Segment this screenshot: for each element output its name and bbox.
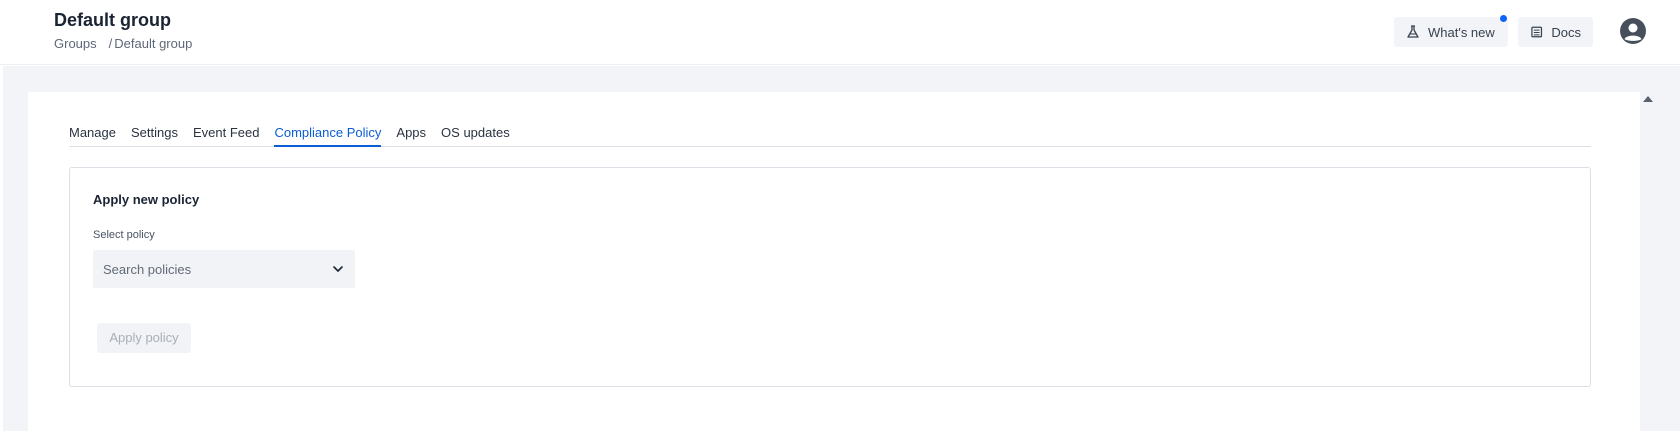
book-icon xyxy=(1531,26,1543,38)
user-avatar-icon[interactable] xyxy=(1620,18,1646,44)
scroll-up-arrow-icon[interactable] xyxy=(1643,96,1653,102)
apply-policy-panel: Apply new policy Select policy Apply pol… xyxy=(69,167,1591,387)
whats-new-label: What's new xyxy=(1428,24,1495,40)
breadcrumb-current: Default group xyxy=(114,36,193,51)
breadcrumb-separator: / xyxy=(108,36,113,51)
notification-dot xyxy=(1500,15,1507,22)
group-tabs: Manage Settings Event Feed Compliance Po… xyxy=(69,123,1591,147)
apply-policy-button[interactable]: Apply policy xyxy=(97,323,191,353)
section-title: Apply new policy xyxy=(93,192,200,207)
docs-label: Docs xyxy=(1551,24,1581,40)
breadcrumb-groups-link[interactable]: Groups xyxy=(54,36,97,51)
whats-new-button[interactable]: What's new xyxy=(1394,17,1508,47)
breadcrumb: Groups / Default group xyxy=(54,36,192,51)
policy-select[interactable] xyxy=(93,250,355,288)
tab-compliance-policy[interactable]: Compliance Policy xyxy=(274,123,382,147)
page-title: Default group xyxy=(54,10,171,30)
tab-manage[interactable]: Manage xyxy=(69,123,116,147)
docs-button[interactable]: Docs xyxy=(1518,17,1593,47)
chevron-down-icon[interactable] xyxy=(331,262,345,276)
scrollbar[interactable] xyxy=(1640,90,1657,431)
tab-settings[interactable]: Settings xyxy=(131,123,178,147)
select-policy-label: Select policy xyxy=(93,229,155,241)
tab-event-feed[interactable]: Event Feed xyxy=(193,123,260,147)
tab-apps[interactable]: Apps xyxy=(396,123,426,147)
tab-os-updates[interactable]: OS updates xyxy=(441,123,510,147)
policy-search-input[interactable] xyxy=(103,250,323,288)
top-header: Default group Groups / Default group Wha… xyxy=(0,0,1680,65)
flask-icon xyxy=(1407,25,1419,38)
